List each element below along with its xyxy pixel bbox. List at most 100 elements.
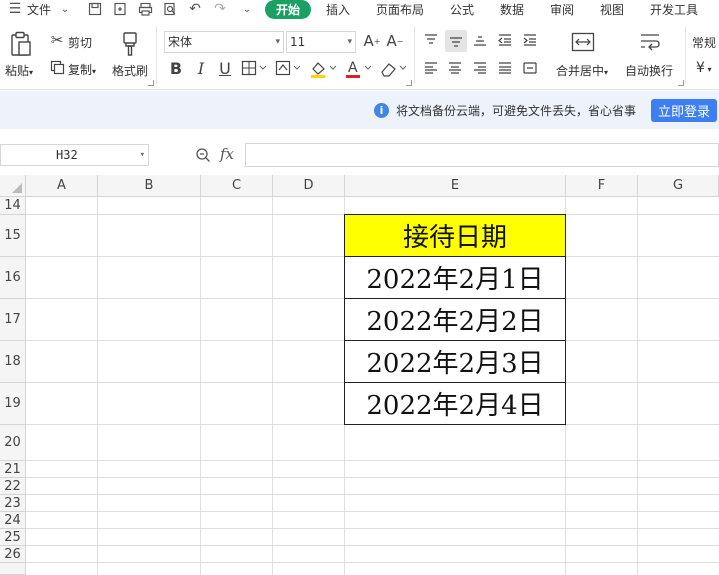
copy-label: 复制 <box>68 63 93 77</box>
formula-input[interactable] <box>245 143 719 167</box>
zoom-icon[interactable] <box>194 146 212 164</box>
tab-developer[interactable]: 开发工具 <box>650 1 698 18</box>
font-color-icon[interactable]: A <box>343 58 373 80</box>
row-header-19[interactable]: 19 <box>0 383 26 425</box>
align-left-icon[interactable] <box>421 58 441 78</box>
column-header-a[interactable]: A <box>26 175 98 197</box>
tab-home[interactable]: 开始 <box>265 0 311 19</box>
tab-formulas[interactable]: 公式 <box>450 1 474 18</box>
tab-view[interactable]: 视图 <box>600 1 624 18</box>
align-bottom-icon[interactable] <box>470 30 490 50</box>
dialog-launcher-icon[interactable] <box>406 80 412 86</box>
format-painter-button[interactable]: 格式刷 <box>112 62 148 79</box>
merge-center-label: 合并居中 <box>556 64 605 78</box>
row-header-20[interactable]: 20 <box>0 425 26 461</box>
scissors-icon[interactable]: ✂ <box>48 31 66 49</box>
justify-icon[interactable] <box>495 58 515 78</box>
currency-symbol: ¥ <box>696 60 705 76</box>
column-header-f[interactable]: F <box>566 175 638 197</box>
fill-color-icon[interactable] <box>308 58 338 80</box>
paste-icon[interactable] <box>8 30 34 58</box>
dialog-launcher-icon[interactable] <box>678 80 684 86</box>
wrap-text-icon[interactable] <box>637 30 663 54</box>
underline-icon[interactable]: U <box>216 58 234 78</box>
format-painter-icon[interactable] <box>118 30 142 58</box>
select-all-corner[interactable] <box>0 175 26 197</box>
align-center-icon[interactable] <box>445 58 465 78</box>
row-header-21[interactable]: 21 <box>0 461 26 478</box>
merge-center-icon[interactable] <box>570 30 596 54</box>
chevron-down-icon[interactable]: ⌄ <box>56 0 74 18</box>
align-top-icon[interactable] <box>421 30 441 50</box>
ribbon-divider <box>685 26 686 84</box>
merge-center-button[interactable]: 合并居中▾ <box>556 62 608 79</box>
hamburger-menu-icon[interactable]: ☰ <box>6 0 24 18</box>
tab-review[interactable]: 审阅 <box>550 1 574 18</box>
italic-icon[interactable]: I <box>192 58 210 78</box>
row-header-16[interactable]: 16 <box>0 257 26 299</box>
dialog-launcher-icon[interactable] <box>148 80 154 86</box>
save-icon[interactable] <box>86 0 104 18</box>
column-header-g[interactable]: G <box>638 175 719 197</box>
tab-data[interactable]: 数据 <box>500 1 524 18</box>
row-header-15[interactable]: 15 <box>0 215 26 257</box>
row-header-18[interactable]: 18 <box>0 341 26 383</box>
row-header-27[interactable] <box>0 563 26 575</box>
login-button[interactable]: 立即登录 <box>651 99 717 122</box>
paste-button[interactable]: 粘贴▾ <box>5 62 33 79</box>
decrease-font-icon[interactable]: A − <box>385 31 405 51</box>
font-size-select[interactable]: 11 ▾ <box>286 31 356 53</box>
table-cell[interactable]: 2022年2月3日 <box>344 340 566 383</box>
chevron-down-icon: ▾ <box>347 37 352 47</box>
menu-file[interactable]: 文件 <box>27 1 51 18</box>
undo-icon[interactable]: ↶ <box>186 0 204 18</box>
font-name-value: 宋体 <box>168 35 193 49</box>
currency-format-button[interactable]: ¥ ▾ <box>696 60 711 76</box>
wrap-text-button[interactable]: 自动换行 <box>625 62 673 79</box>
row-header-17[interactable]: 17 <box>0 299 26 341</box>
increase-indent-icon[interactable] <box>520 30 540 50</box>
print-icon[interactable] <box>136 0 154 18</box>
align-middle-icon[interactable] <box>445 30 467 52</box>
export-pdf-icon[interactable] <box>111 0 129 18</box>
print-preview-icon[interactable] <box>161 0 179 18</box>
number-format-select[interactable]: 常规 <box>692 34 716 51</box>
clear-format-icon[interactable] <box>378 58 408 80</box>
tab-insert[interactable]: 插入 <box>326 1 350 18</box>
table-cell[interactable]: 2022年2月1日 <box>344 256 566 299</box>
redo-icon[interactable]: ↷ <box>211 0 229 18</box>
gridline <box>26 528 719 529</box>
increase-font-icon[interactable]: A + <box>362 31 382 51</box>
row-header-26[interactable]: 26 <box>0 546 26 563</box>
row-header-23[interactable]: 23 <box>0 495 26 512</box>
row-header-24[interactable]: 24 <box>0 512 26 529</box>
fx-icon[interactable]: fx <box>220 145 234 163</box>
decrease-indent-icon[interactable] <box>495 30 515 50</box>
chevron-down-icon[interactable]: ▾ <box>140 145 145 165</box>
font-name-select[interactable]: 宋体 ▾ <box>164 31 284 53</box>
copy-icon[interactable] <box>48 58 66 76</box>
bold-icon[interactable]: B <box>167 58 185 78</box>
table-cell[interactable]: 2022年2月2日 <box>344 298 566 341</box>
name-box[interactable]: H32 ▾ <box>0 144 149 166</box>
tab-page-layout[interactable]: 页面布局 <box>376 1 424 18</box>
table-header-cell[interactable]: 接待日期 <box>344 214 566 257</box>
row-header-25[interactable]: 25 <box>0 529 26 546</box>
align-right-icon[interactable] <box>470 58 490 78</box>
row-header-14[interactable]: 14 <box>0 197 26 215</box>
column-header-b[interactable]: B <box>98 175 201 197</box>
copy-button[interactable]: 复制▾ <box>68 61 96 78</box>
font-size-value: 11 <box>290 35 306 49</box>
column-header-c[interactable]: C <box>201 175 273 197</box>
cell-style-icon[interactable] <box>274 58 302 78</box>
column-header-e[interactable]: E <box>345 175 566 197</box>
borders-icon[interactable] <box>240 58 268 78</box>
ribbon-divider <box>414 26 415 84</box>
table-cell[interactable]: 2022年2月4日 <box>344 382 566 425</box>
distributed-align-icon[interactable] <box>520 58 540 78</box>
cut-button[interactable]: 剪切 <box>68 34 92 51</box>
customize-toolbar-icon[interactable]: ⌄ <box>238 0 256 18</box>
column-header-d[interactable]: D <box>273 175 345 197</box>
chevron-down-icon: ▾ <box>275 37 280 47</box>
row-header-22[interactable]: 22 <box>0 478 26 495</box>
